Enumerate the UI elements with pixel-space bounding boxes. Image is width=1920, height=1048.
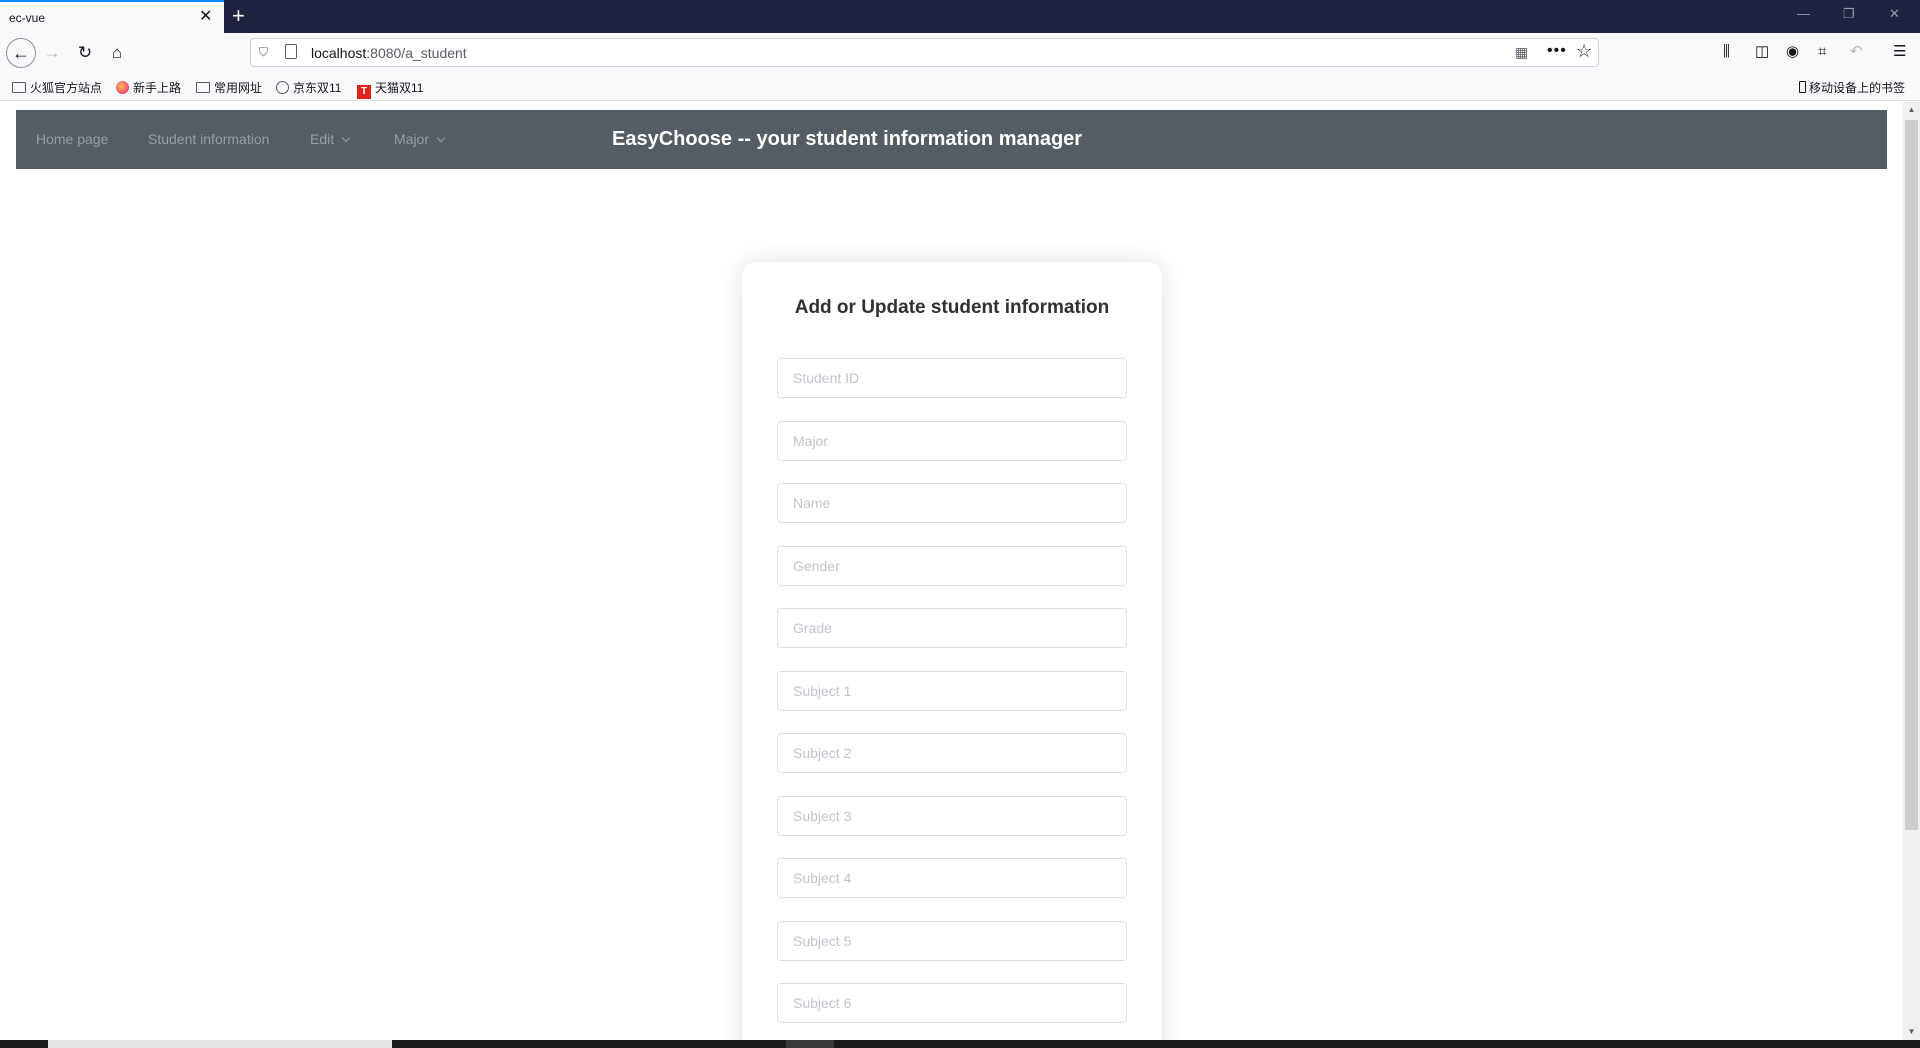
qr-code-icon[interactable]: ▦ — [1515, 44, 1528, 61]
firefox-icon — [116, 81, 129, 94]
url-bar[interactable]: ⛉ localhost:8080/a_student ▦ ••• ☆ — [250, 38, 1599, 67]
scroll-down-icon[interactable]: ▼ — [1903, 1024, 1920, 1040]
browser-navbar: ← → ↻ ⌂ ⛉ localhost:8080/a_student ▦ •••… — [0, 33, 1920, 73]
bookmark-item[interactable]: 常用网址 — [196, 79, 262, 96]
bookmarks-toolbar: 火狐官方站点 新手上路 常用网址 京东双11 T 天猫双11 移动设备上的书签 — [0, 73, 1920, 101]
taskbar-active-app[interactable] — [786, 1040, 834, 1048]
menu-item-major[interactable]: Major — [394, 110, 446, 169]
name-field[interactable] — [777, 483, 1127, 523]
menu-icon[interactable]: ☰ — [1893, 42, 1906, 62]
app-title: EasyChoose -- your student information m… — [612, 128, 1083, 150]
menu-label: Home page — [36, 131, 109, 147]
tmall-icon: T — [357, 85, 371, 99]
bookmark-label: 天猫双11 — [375, 81, 424, 95]
bookmark-item[interactable]: T 天猫双11 — [357, 79, 423, 99]
subject-2-field[interactable] — [777, 733, 1127, 773]
chevron-down-icon — [436, 133, 446, 143]
subject-1-field[interactable] — [777, 671, 1127, 711]
menu-label: Student information — [148, 131, 270, 147]
folder-icon — [196, 82, 210, 93]
menu-item-home[interactable]: Home page — [36, 110, 108, 169]
more-actions-icon[interactable]: ••• — [1547, 42, 1567, 60]
scrollbar-thumb[interactable] — [1905, 120, 1918, 830]
subject-3-field[interactable] — [777, 796, 1127, 836]
student-form-card: Add or Update student information — [742, 262, 1162, 1040]
scroll-up-icon[interactable]: ▲ — [1903, 102, 1920, 118]
chevron-down-icon — [341, 133, 351, 143]
browser-tab[interactable]: ec-vue ✕ — [0, 0, 224, 33]
page-scrollbar[interactable]: ▲ ▼ — [1903, 102, 1920, 1040]
close-tab-icon[interactable]: ✕ — [199, 8, 212, 26]
screenshot-icon[interactable]: ⌗ — [1818, 42, 1826, 62]
bookmark-item[interactable]: 京东双11 — [276, 79, 341, 96]
gender-field[interactable] — [777, 546, 1127, 586]
menu-item-edit[interactable]: Edit — [310, 110, 351, 169]
sidebar-icon[interactable]: ◫ — [1755, 42, 1769, 62]
page-viewport: Home page Student information Edit Major… — [0, 102, 1920, 1040]
bookmark-label: 火狐官方站点 — [30, 81, 103, 95]
back-icon[interactable]: ← — [6, 38, 36, 68]
tab-title: ec-vue — [9, 11, 46, 25]
bookmark-label: 移动设备上的书签 — [1809, 81, 1906, 95]
menu-label: Edit — [310, 131, 335, 147]
url-host: localhost — [311, 45, 367, 61]
library-icon[interactable]: ⫼ — [1723, 42, 1730, 62]
grade-field[interactable] — [777, 608, 1127, 648]
bookmark-item[interactable]: 新手上路 — [116, 79, 181, 96]
form-title: Add or Update student information — [794, 297, 1110, 318]
menu-item-student-information[interactable]: Student information — [148, 110, 269, 169]
bookmark-star-icon[interactable]: ☆ — [1576, 41, 1592, 62]
page-icon[interactable] — [285, 44, 297, 59]
close-window-icon[interactable]: ✕ — [1889, 6, 1900, 22]
app-header: Home page Student information Edit Major… — [16, 110, 1887, 169]
globe-icon — [276, 81, 289, 94]
subject-5-field[interactable] — [777, 921, 1127, 961]
mobile-bookmarks[interactable]: 移动设备上的书签 — [1799, 79, 1905, 96]
account-icon[interactable]: ◉ — [1786, 42, 1799, 62]
bookmark-label: 常用网址 — [214, 81, 263, 95]
mobile-icon — [1799, 81, 1806, 93]
home-icon[interactable]: ⌂ — [105, 41, 129, 65]
url-path: :8080/a_student — [366, 45, 467, 61]
new-tab-icon[interactable]: + — [232, 3, 245, 29]
minimize-icon[interactable]: — — [1797, 6, 1810, 22]
restore-icon[interactable]: ❐ — [1843, 6, 1855, 22]
menu-label: Major — [394, 131, 430, 147]
reload-icon[interactable]: ↻ — [73, 41, 97, 65]
subject-4-field[interactable] — [777, 858, 1127, 898]
undo-icon[interactable]: ↶ — [1850, 42, 1863, 62]
student-id-field[interactable] — [777, 358, 1127, 398]
forward-icon[interactable]: → — [40, 41, 64, 65]
shield-icon[interactable]: ⛉ — [259, 45, 268, 60]
folder-icon — [12, 82, 26, 93]
browser-titlebar: ec-vue ✕ + — ❐ ✕ — [0, 0, 1920, 33]
bookmark-item[interactable]: 火狐官方站点 — [12, 79, 102, 96]
bookmark-label: 京东双11 — [293, 81, 342, 95]
subject-6-field[interactable] — [777, 983, 1127, 1023]
bookmark-label: 新手上路 — [133, 81, 182, 95]
major-field[interactable] — [777, 421, 1127, 461]
os-taskbar — [0, 1040, 1920, 1048]
url-text[interactable]: localhost:8080/a_student — [311, 45, 467, 61]
taskbar-search-box[interactable] — [48, 1040, 392, 1048]
